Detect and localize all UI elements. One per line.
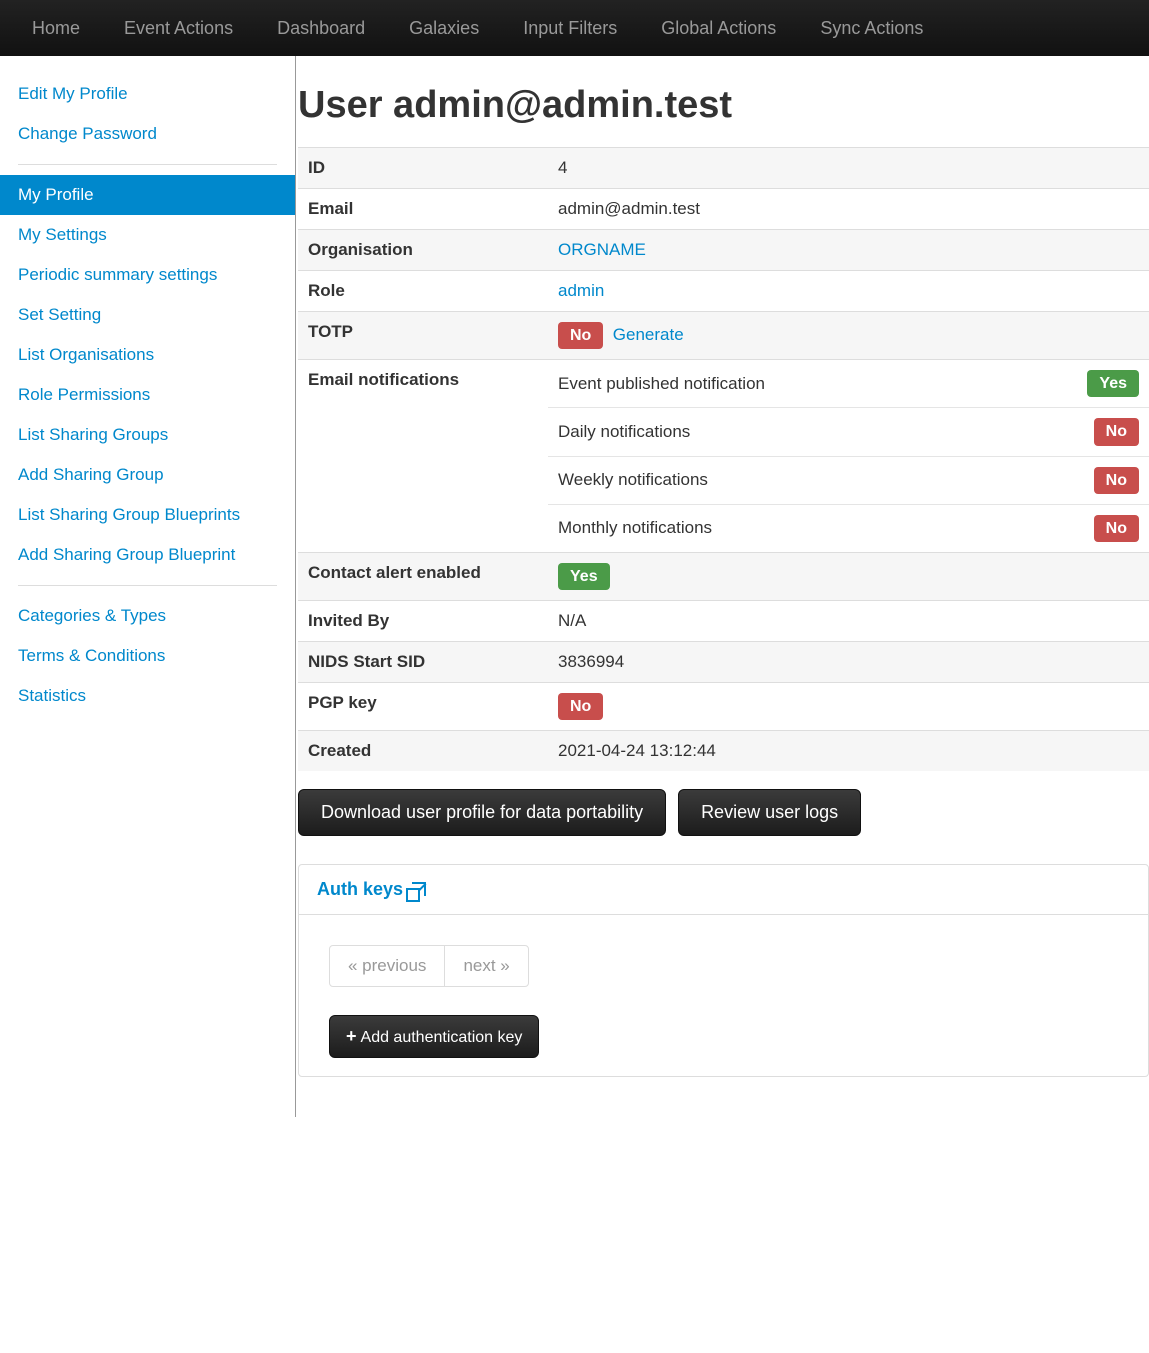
row-totp-label: TOTP — [298, 312, 548, 360]
row-email-value: admin@admin.test — [548, 189, 1149, 230]
row-invited-by-label: Invited By — [298, 601, 548, 642]
contact-alert-badge: Yes — [558, 563, 610, 590]
nav-input-filters[interactable]: Input Filters — [501, 0, 639, 56]
pager-previous[interactable]: « previous — [330, 946, 445, 986]
row-email-notifications-label: Email notifications — [298, 360, 548, 553]
add-auth-key-label: Add authentication key — [361, 1029, 523, 1046]
row-contact-alert-label: Contact alert enabled — [298, 552, 548, 600]
row-id-label: ID — [298, 148, 548, 189]
download-profile-button[interactable]: Download user profile for data portabili… — [298, 789, 666, 836]
main-content: User admin@admin.test ID 4 Email admin@a… — [296, 56, 1149, 1117]
sidebar-set-setting[interactable]: Set Setting — [0, 295, 295, 335]
notif-event-published-label: Event published notification — [548, 360, 1069, 408]
nav-sync-actions[interactable]: Sync Actions — [798, 0, 945, 56]
notif-daily-label: Daily notifications — [548, 408, 1069, 456]
notif-weekly-badge: No — [1094, 467, 1139, 494]
notif-weekly-label: Weekly notifications — [548, 456, 1069, 504]
row-invited-by-value: N/A — [548, 601, 1149, 642]
nav-event-actions[interactable]: Event Actions — [102, 0, 255, 56]
totp-generate-link[interactable]: Generate — [613, 325, 684, 344]
sidebar-role-permissions[interactable]: Role Permissions — [0, 375, 295, 415]
row-id-value: 4 — [548, 148, 1149, 189]
row-created-label: Created — [298, 731, 548, 772]
row-created-value: 2021-04-24 13:12:44 — [548, 731, 1149, 772]
auth-keys-title: Auth keys — [317, 879, 403, 899]
pgp-badge: No — [558, 693, 603, 720]
sidebar-edit-profile[interactable]: Edit My Profile — [0, 74, 295, 114]
row-organisation-label: Organisation — [298, 230, 548, 271]
row-nids-value: 3836994 — [548, 642, 1149, 683]
auth-keys-heading[interactable]: Auth keys — [299, 865, 1148, 915]
review-user-logs-button[interactable]: Review user logs — [678, 789, 861, 836]
sidebar-my-profile[interactable]: My Profile — [0, 175, 295, 215]
sidebar-categories-types[interactable]: Categories & Types — [0, 596, 295, 636]
external-link-icon — [412, 882, 426, 896]
notif-daily-badge: No — [1094, 418, 1139, 445]
sidebar-list-organisations[interactable]: List Organisations — [0, 335, 295, 375]
row-role-value[interactable]: admin — [558, 281, 604, 300]
top-navbar: Home Event Actions Dashboard Galaxies In… — [0, 0, 1149, 56]
page-title: User admin@admin.test — [298, 84, 1149, 127]
sidebar-add-sharing-group[interactable]: Add Sharing Group — [0, 455, 295, 495]
sidebar-my-settings[interactable]: My Settings — [0, 215, 295, 255]
nav-home[interactable]: Home — [10, 0, 102, 56]
row-pgp-label: PGP key — [298, 683, 548, 731]
row-email-label: Email — [298, 189, 548, 230]
nav-global-actions[interactable]: Global Actions — [639, 0, 798, 56]
sidebar-change-password[interactable]: Change Password — [0, 114, 295, 154]
email-notifications-table: Event published notification Yes Daily n… — [548, 360, 1149, 552]
nav-dashboard[interactable]: Dashboard — [255, 0, 387, 56]
sidebar: Edit My Profile Change Password My Profi… — [0, 56, 296, 1117]
sidebar-add-sg-blueprint[interactable]: Add Sharing Group Blueprint — [0, 535, 295, 575]
notif-monthly-label: Monthly notifications — [548, 504, 1069, 552]
notif-event-published-badge: Yes — [1087, 370, 1139, 397]
sidebar-periodic-summary[interactable]: Periodic summary settings — [0, 255, 295, 295]
row-nids-label: NIDS Start SID — [298, 642, 548, 683]
plus-icon: + — [346, 1026, 357, 1046]
add-authentication-key-button[interactable]: +Add authentication key — [329, 1015, 539, 1058]
auth-keys-panel: Auth keys « previous next » +Add authent… — [298, 864, 1149, 1077]
pager: « previous next » — [329, 945, 529, 987]
user-details-table: ID 4 Email admin@admin.test Organisation… — [298, 147, 1149, 771]
row-organisation-value[interactable]: ORGNAME — [558, 240, 646, 259]
sidebar-terms-conditions[interactable]: Terms & Conditions — [0, 636, 295, 676]
pager-next[interactable]: next » — [445, 946, 527, 986]
totp-badge: No — [558, 322, 603, 349]
notif-monthly-badge: No — [1094, 515, 1139, 542]
sidebar-divider — [18, 164, 277, 165]
nav-galaxies[interactable]: Galaxies — [387, 0, 501, 56]
sidebar-list-sharing-groups[interactable]: List Sharing Groups — [0, 415, 295, 455]
sidebar-list-sg-blueprints[interactable]: List Sharing Group Blueprints — [0, 495, 295, 535]
sidebar-statistics[interactable]: Statistics — [0, 676, 295, 716]
sidebar-divider — [18, 585, 277, 586]
row-role-label: Role — [298, 271, 548, 312]
